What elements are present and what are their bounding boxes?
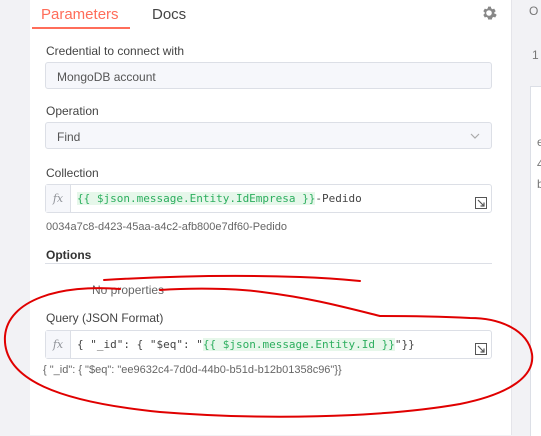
output-text-line: b [537,177,541,191]
output-panel-edge: O 1 e 4 b [511,0,541,436]
query-label: Query (JSON Format) [46,311,164,325]
credential-select[interactable]: MongoDB account [45,62,492,89]
collection-expression-suffix: -Pedido [315,192,362,205]
fx-icon: fx [46,185,71,212]
fx-icon: fx [46,331,71,358]
collection-expression-field[interactable]: fx {{ $json.message.Entity.IdEmpresa }}-… [45,184,492,213]
expand-icon[interactable] [475,343,487,355]
tab-docs[interactable]: Docs [152,6,186,23]
query-result: { "_id": { "$eq": "ee9632c4-7d0d-44b0-b5… [43,364,342,376]
collection-expression: {{ $json.message.Entity.IdEmpresa }}-Ped… [77,192,362,205]
credential-label: Credential to connect with [46,44,185,58]
expand-icon[interactable] [475,197,487,209]
operation-label: Operation [46,104,99,118]
query-expression-suffix: "}} [394,338,415,351]
tab-parameters[interactable]: Parameters [41,6,119,23]
collection-expression-variable: {{ $json.message.Entity.IdEmpresa }} [77,192,316,205]
output-item-count: 1 [532,48,539,62]
output-panel-heading: O [529,4,539,18]
tab-bar: Parameters Docs [30,0,511,30]
active-tab-indicator [32,27,130,29]
collection-result: 0034a7c8-d423-45aa-a4c2-afb800e7df60-Ped… [46,221,287,233]
options-heading: Options [46,248,92,262]
collection-label: Collection [46,166,99,180]
query-expression: { "_id": { "$eq": "{{ $json.message.Enti… [77,338,415,351]
output-content-box: e 4 b [530,86,541,436]
query-expression-prefix: { "_id": { "$eq": " [77,338,203,351]
operation-select[interactable]: Find [45,122,492,149]
options-divider [45,263,492,264]
gear-icon[interactable] [481,5,497,21]
query-expression-variable: {{ $json.message.Entity.Id }} [202,338,395,351]
output-text-line: e [537,135,541,149]
parameters-panel: Parameters Docs Credential to connect wi… [30,0,511,435]
chevron-down-icon[interactable] [469,130,481,142]
output-text-line: 4 [537,157,541,171]
no-properties-text: No properties [92,283,165,297]
operation-value: Find [57,130,81,144]
credential-value: MongoDB account [57,70,156,84]
query-expression-field[interactable]: fx { "_id": { "$eq": "{{ $json.message.E… [45,330,492,359]
